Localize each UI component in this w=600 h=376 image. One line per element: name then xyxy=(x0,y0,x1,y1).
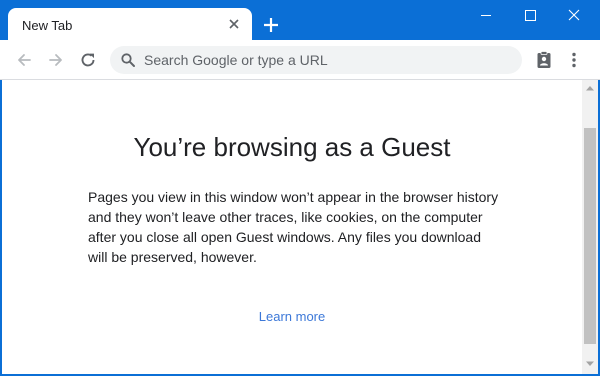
kebab-menu-icon[interactable] xyxy=(564,50,584,70)
page-title: You’re browsing as a Guest xyxy=(133,132,451,162)
tab-title: New Tab xyxy=(22,18,73,33)
arrow-right-icon[interactable] xyxy=(46,50,66,70)
scrollbar-thumb[interactable] xyxy=(584,128,596,344)
tab-new-tab[interactable]: New Tab xyxy=(8,8,252,42)
scroll-up-arrow-icon[interactable] xyxy=(585,84,595,92)
scroll-down-arrow-icon[interactable] xyxy=(585,360,595,368)
scrollbar[interactable] xyxy=(582,80,598,374)
title-bar: New Tab xyxy=(0,0,600,42)
omnibox[interactable]: Search Google or type a URL xyxy=(110,46,522,74)
omnibox-placeholder: Search Google or type a URL xyxy=(144,52,328,68)
minimize-icon[interactable] xyxy=(464,0,508,30)
arrow-left-icon[interactable] xyxy=(14,50,34,70)
learn-more-link[interactable]: Learn more xyxy=(2,309,582,324)
close-icon[interactable] xyxy=(552,0,596,30)
search-icon xyxy=(121,53,135,67)
browser-window: New Tab Search Google or type a URL You’… xyxy=(0,0,600,376)
maximize-icon[interactable] xyxy=(508,0,552,30)
page-body: Pages you view in this window won’t appe… xyxy=(88,189,499,265)
close-icon[interactable] xyxy=(226,16,242,32)
toolbar: Search Google or type a URL top-password… xyxy=(0,40,600,111)
plus-icon[interactable] xyxy=(262,16,280,34)
page-content: You’re browsing as a Guest Pages you vie… xyxy=(2,80,598,374)
reload-icon[interactable] xyxy=(78,50,98,70)
clipboard-person-icon[interactable] xyxy=(534,50,554,70)
